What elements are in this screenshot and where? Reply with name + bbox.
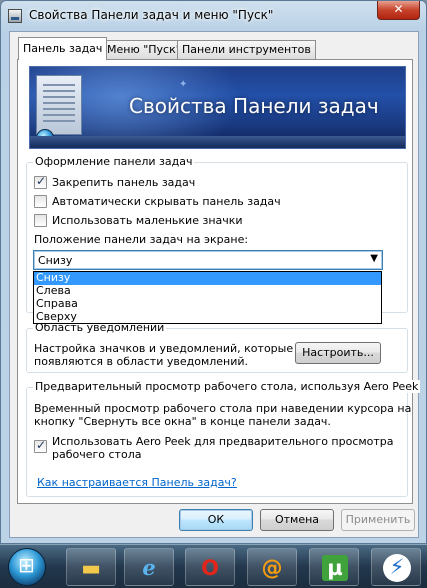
position-option-right[interactable]: Справа [34, 298, 381, 311]
position-label: Положение панели задач на экране: [34, 233, 249, 246]
appearance-legend: Оформление панели задач [33, 155, 195, 168]
banner-title: Свойства Панели задач [129, 94, 379, 118]
lock-taskbar-label[interactable]: Закрепить панель задач [52, 176, 195, 189]
notifications-description-line2: появляются в области уведомлений. [34, 355, 249, 368]
tab-start-menu[interactable]: Меню "Пуск" [102, 40, 186, 59]
lock-taskbar-checkbox[interactable] [34, 174, 47, 189]
windows-taskbar: ▬ e O @ µ ⚡ [0, 544, 427, 588]
cancel-button[interactable]: Отмена [260, 509, 334, 531]
auto-hide-label[interactable]: Автоматически скрывать панель задач [52, 195, 281, 208]
aero-peek-description-line1: Временный просмотр рабочего стола при на… [34, 402, 412, 415]
explorer-folder-icon[interactable]: ▬ [66, 548, 116, 586]
apply-button[interactable]: Применить [341, 509, 415, 531]
banner-taskbar-strip [30, 136, 405, 148]
position-option-top[interactable]: Сверху [34, 311, 381, 324]
position-select-value: Снизу [38, 254, 73, 267]
utorrent-icon[interactable]: µ [309, 548, 359, 586]
window-title: Свойства Панели задач и меню "Пуск" [29, 8, 274, 22]
mail-agent-icon[interactable]: @ [247, 548, 297, 586]
tab-taskbar[interactable]: Панель задач [18, 37, 108, 60]
auto-hide-checkbox[interactable] [34, 195, 47, 208]
banner: ✦ Свойства Панели задач [29, 66, 406, 149]
position-option-bottom[interactable]: Снизу [34, 272, 381, 285]
chevron-down-icon[interactable]: ▼ [370, 253, 378, 264]
use-aero-peek-checkbox[interactable] [34, 438, 47, 453]
utorrent-glyph: µ [322, 555, 348, 581]
windows-start-icon[interactable] [8, 548, 46, 586]
customize-button[interactable]: Настроить... [295, 342, 381, 364]
help-link[interactable]: Как настраивается Панель задач? [37, 476, 237, 489]
tab-toolbars[interactable]: Панели инструментов [177, 40, 316, 59]
use-aero-peek-label-line1[interactable]: Использовать Aero Peek для предварительн… [52, 435, 394, 448]
butterfly-icon: ✦ [179, 79, 188, 90]
aero-peek-description-line2: кнопку "Свернуть все окна" в конце панел… [34, 415, 331, 428]
properties-window: Свойства Панели задач и меню "Пуск" ✕ Па… [0, 0, 427, 544]
start-menu-preview-image [36, 75, 82, 135]
lightning-app-icon[interactable]: ⚡ [371, 548, 421, 586]
small-icons-checkbox[interactable] [34, 214, 47, 227]
aero-peek-legend: Предварительный просмотр рабочего стола,… [33, 380, 421, 393]
close-button[interactable]: ✕ [377, 1, 420, 20]
opera-icon[interactable]: O [185, 548, 235, 586]
internet-explorer-icon[interactable]: e [124, 548, 174, 586]
dialog-content: Панель задач Меню "Пуск" Панели инструме… [9, 31, 421, 538]
position-select[interactable]: Снизу ▼ [33, 250, 383, 270]
position-option-left[interactable]: Слева [34, 285, 381, 298]
title-bar[interactable]: Свойства Панели задач и меню "Пуск" ✕ [1, 1, 426, 31]
use-aero-peek-label-line2[interactable]: рабочего стола [52, 448, 141, 461]
notifications-description-line1: Настройка значков и уведомлений, которые [34, 342, 294, 355]
ok-button[interactable]: ОК [179, 509, 253, 531]
small-icons-label[interactable]: Использовать маленькие значки [52, 214, 243, 227]
position-dropdown-list: Снизу Слева Справа Сверху [33, 271, 382, 324]
taskbar-properties-icon [8, 9, 22, 23]
taskbar-tab-panel: ✦ Свойства Панели задач Оформление панел… [17, 59, 421, 504]
